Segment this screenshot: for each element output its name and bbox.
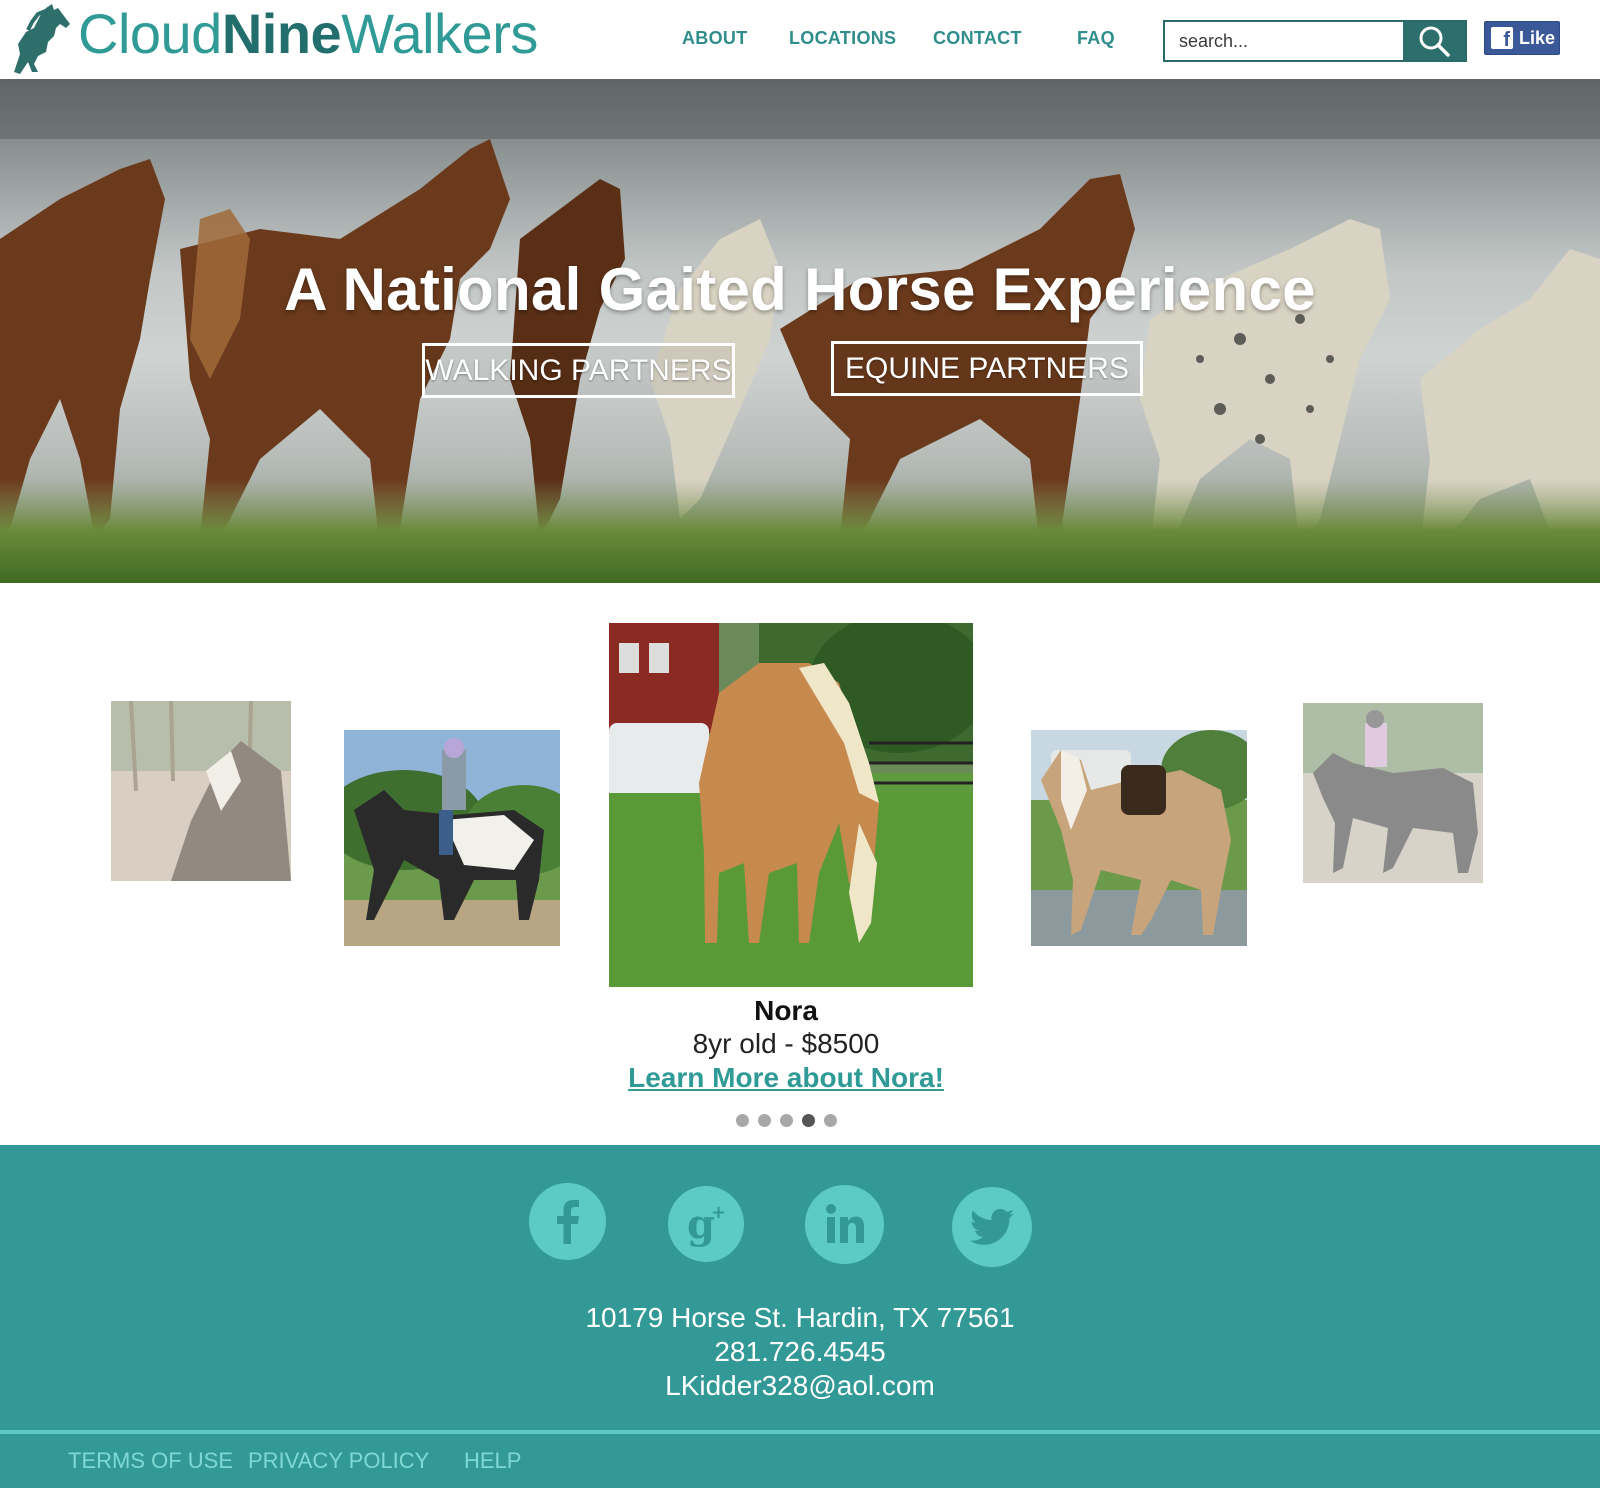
featured-horse-link-wrap: Learn More about Nora! [0,1062,1572,1094]
nav-about[interactable]: ABOUT [682,28,748,49]
nav-faq[interactable]: FAQ [1077,28,1115,49]
search-icon [1419,26,1450,57]
help-link[interactable]: HELP [464,1448,521,1474]
featured-horse-name: Nora [754,995,818,1026]
carousel-dot-2[interactable] [758,1114,771,1127]
brand-cloud: Cloud [78,2,222,65]
carousel-photo-1[interactable] [111,701,291,881]
hero-banner: A National Gaited Horse Experience WALKI… [0,79,1600,583]
brand-walkers: Walkers [341,2,538,65]
hero-horses-image [0,79,1600,583]
footer-phone[interactable]: 281.726.4545 [0,1336,1600,1368]
facebook-social-button[interactable] [529,1183,606,1260]
learn-more-link[interactable]: Learn More about Nora! [628,1062,944,1093]
equine-partners-button[interactable]: EQUINE PARTNERS [831,341,1143,396]
linkedin-icon [825,1203,864,1243]
carousel-dot-5[interactable] [824,1114,837,1127]
facebook-like-button[interactable]: f Like [1484,21,1560,55]
terms-of-use-link[interactable]: TERMS OF USE [68,1448,233,1474]
brand-nine: Nine [221,2,342,65]
search-input[interactable] [1165,22,1403,60]
site-header: CloudNineWalkers ABOUT LOCATIONS CONTACT… [0,0,1600,79]
search-button[interactable] [1403,22,1465,60]
walking-partners-button[interactable]: WALKING PARTNERS [422,343,735,398]
carousel-dot-3[interactable] [780,1114,793,1127]
brand-logo-text[interactable]: CloudNineWalkers [78,2,538,66]
footer-email[interactable]: LKidder328@aol.com [0,1370,1600,1402]
carousel-photo-2[interactable] [344,730,560,946]
hero-title: A National Gaited Horse Experience [284,256,1316,323]
google-plus-icon: g + [687,1201,726,1248]
twitter-social-button[interactable] [952,1187,1032,1267]
carousel-photo-featured[interactable] [609,623,973,987]
footer-address: 10179 Horse St. Hardin, TX 77561 [585,1302,1015,1333]
featured-horse-meta: 8yr old - $8500 [692,1028,880,1059]
carousel-dot-1[interactable] [736,1114,749,1127]
footer-divider [0,1430,1600,1434]
google-plus-social-button[interactable]: g + [668,1186,744,1262]
facebook-icon: f [1491,27,1513,50]
linkedin-social-button[interactable] [805,1185,884,1264]
nav-locations[interactable]: LOCATIONS [789,28,896,49]
carousel-dot-4[interactable] [802,1114,815,1127]
search-box [1163,20,1467,62]
twitter-icon [970,1209,1014,1245]
svg-text:+: + [711,1202,726,1223]
privacy-policy-link[interactable]: PRIVACY POLICY [248,1448,429,1474]
carousel-dots [736,1114,837,1127]
facebook-like-label: Like [1519,27,1556,48]
facebook-icon [556,1199,579,1244]
nav-contact[interactable]: CONTACT [933,28,1022,49]
horse-logo-icon[interactable] [8,2,72,74]
carousel-photo-5[interactable] [1303,703,1483,883]
carousel-photo-4[interactable] [1031,730,1247,946]
